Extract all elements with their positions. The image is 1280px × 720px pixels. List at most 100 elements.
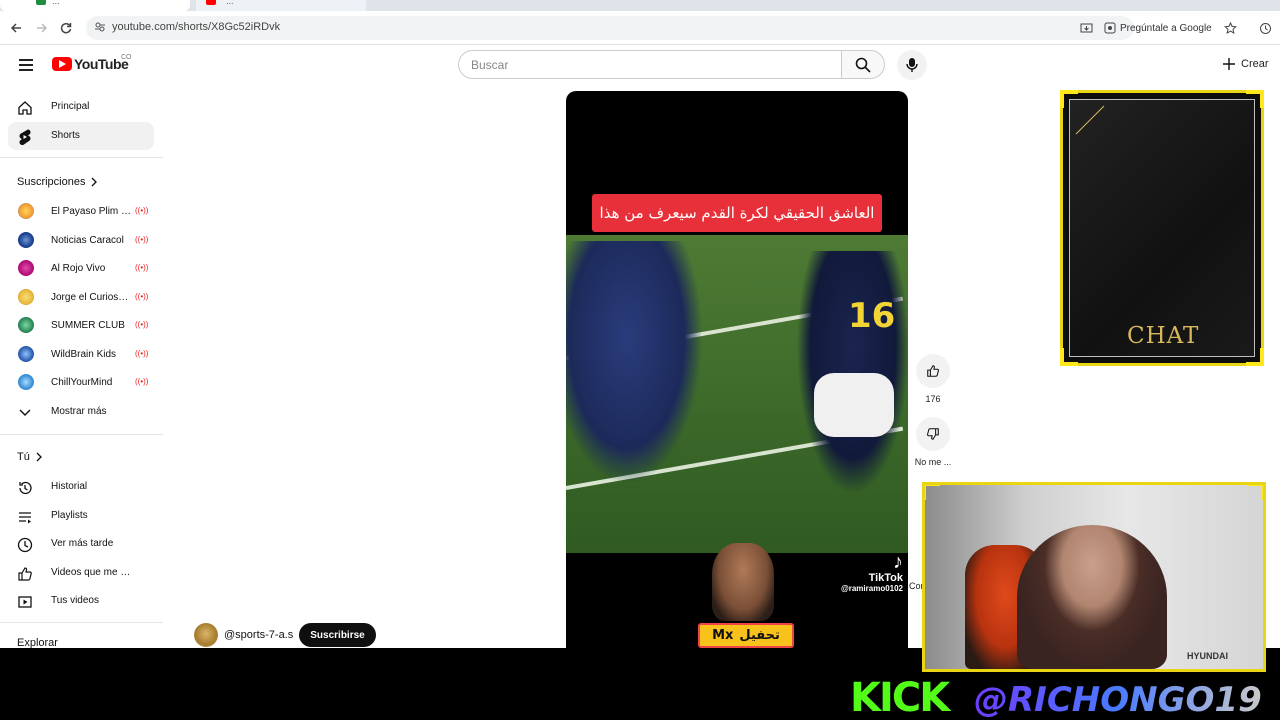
frame-corner [1246,90,1264,108]
you-heading-label: Tú [17,451,30,463]
dislike-label: No me ... [914,457,952,467]
voice-search-button[interactable] [897,50,927,80]
live-indicator-icon: ((•)) [135,377,149,386]
sidebar-item-historial[interactable]: Historial [8,473,154,501]
live-indicator-icon: ((•)) [135,320,149,329]
video-caption: العاشق الحقيقي لكرة القدم سيعرف من هذا [592,194,882,232]
reload-icon [60,22,72,34]
history-button[interactable] [1255,18,1275,38]
like-action: 176 [913,354,953,404]
bookmark-button[interactable] [1220,18,1240,38]
star-icon [1223,21,1237,34]
show-more-button[interactable]: Mostrar más [8,398,154,426]
ask-google-label: Pregúntale a Google [1120,22,1212,34]
video-player-figure [798,251,908,491]
sidebar-item-subscription[interactable]: WildBrain Kids ((•)) [8,341,154,369]
sidebar-item-principal[interactable]: Principal [8,93,154,121]
short-video-player[interactable]: 16 العاشق الحقيقي لكرة القدم سيعرف من هذ… [566,91,908,648]
sidebar-item-subscription[interactable]: SUMMER CLUB ((•)) [8,312,154,340]
liked-videos-icon [16,565,34,583]
search-box [458,50,842,79]
guide-menu-button[interactable] [14,53,38,77]
tab-favicon-icon [206,0,216,5]
sidebar-item-subscription[interactable]: Jorge el Curioso ... ((•)) [8,284,154,312]
channel-name[interactable]: @sports-7-a.s [224,629,293,641]
sidebar-item-playlists[interactable]: Playlists [8,502,154,530]
frame-corner [1248,485,1263,500]
forward-button[interactable] [32,18,52,38]
reload-button[interactable] [56,18,76,38]
browser-tab[interactable]: ... [196,0,366,11]
subscription-name: El Payaso Plim P... [51,206,133,217]
sidebar-item-liked-videos[interactable]: Videos que me gus... [8,559,154,587]
subscription-name: Al Rojo Vivo [51,263,106,274]
subscription-name: Jorge el Curioso ... [51,292,133,303]
tiktok-logo-icon: ♪ [893,551,903,573]
thumbs-down-icon [927,428,939,440]
video-tag-left: Mx [712,628,734,643]
subscription-name: ChillYourMind [51,377,113,388]
browser-toolbar: youtube.com/shorts/X8Gc52iRDvk Pregúntal… [0,11,1280,45]
avatar [18,346,34,362]
install-app-button[interactable] [1076,18,1096,38]
sidebar-item-shorts[interactable]: Shorts [8,122,154,150]
sidebar-item-subscription[interactable]: Al Rojo Vivo ((•)) [8,255,154,283]
site-info-icon [95,22,105,32]
back-button[interactable] [6,18,26,38]
live-indicator-icon: ((•)) [135,206,149,215]
browser-tab-active[interactable]: ... [0,0,190,11]
video-tag: Mx تحفيل [698,623,794,648]
avatar [18,374,34,390]
address-bar[interactable]: youtube.com/shorts/X8Gc52iRDvk [86,16,1134,40]
chat-panel [1069,99,1255,357]
webcam-streamer [1017,525,1167,669]
subscribe-button[interactable]: Suscribirse [299,623,376,647]
like-count: 176 [925,394,941,404]
plus-icon [1223,58,1235,70]
frame-corner [1060,90,1078,108]
sidebar-item-subscription[interactable]: ChillYourMind ((•)) [8,369,154,397]
install-icon [1080,23,1092,32]
subscriptions-heading[interactable]: Suscripciones [17,176,98,188]
tab-strip: ... ... [0,0,1280,11]
sidebar-item-watch-later[interactable]: Ver más tarde [8,530,154,558]
live-indicator-icon: ((•)) [135,235,149,244]
chat-corner-decoration [1075,105,1105,135]
screen: ... ... youtube.com/shorts/X8Gc52iRDvk P… [0,0,1280,720]
ask-google-button[interactable]: Pregúntale a Google [1104,16,1212,40]
video-player-figure [566,241,701,481]
search-input[interactable] [471,51,831,78]
create-button[interactable]: Crear [1212,52,1279,76]
sidebar-item-subscription[interactable]: El Payaso Plim P... ((•)) [8,198,154,226]
kick-handle: @RICHONGO19 [974,680,1262,720]
shorts-icon [16,128,34,146]
short-channel-row: @sports-7-a.s Suscribirse [194,623,376,647]
live-indicator-icon: ((•)) [135,292,149,301]
history-icon [16,479,34,497]
channel-avatar[interactable] [194,623,218,647]
dislike-action: No me ... [913,417,953,467]
search-button[interactable] [841,50,885,79]
tiktok-handle: @ramiramo0102 [840,584,903,593]
like-button[interactable] [916,354,950,388]
tiktok-watermark: ♪ TikTok @ramiramo0102 [825,552,903,593]
tab-title: ... [52,0,60,6]
chat-label: CHAT [1127,323,1200,349]
home-icon [16,99,34,117]
arrow-right-icon [37,23,48,33]
sidebar-item-subscription[interactable]: Noticias Caracol ((•)) [8,227,154,255]
youtube-logo[interactable]: YouTube [52,56,129,72]
chevron-down-icon [16,404,34,422]
avatar [18,289,34,305]
chevron-right-icon [36,452,42,462]
video-tag-right: تحفيل [739,628,780,643]
url-text: youtube.com/shorts/X8Gc52iRDvk [112,21,281,33]
you-heading[interactable]: Tú [17,451,43,463]
dislike-button[interactable] [916,417,950,451]
sidebar-item-your-videos[interactable]: Tus videos [8,587,154,615]
avatar [18,317,34,333]
frame-corner [1060,348,1078,366]
video-player-shorts [814,373,894,437]
sidebar-divider [0,157,163,158]
live-indicator-icon: ((•)) [135,349,149,358]
